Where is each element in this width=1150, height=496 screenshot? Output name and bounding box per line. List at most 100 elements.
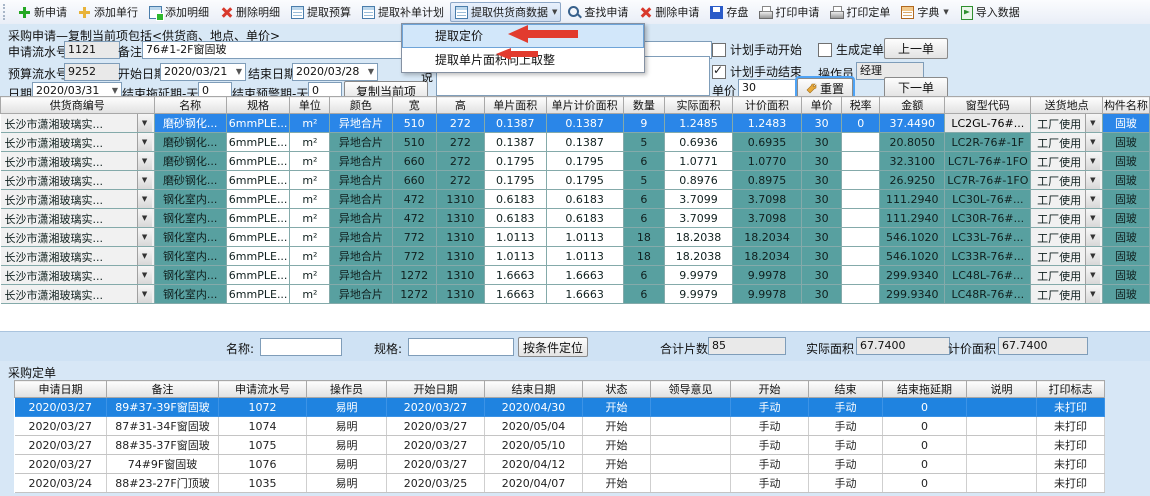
table-row[interactable]: 长沙市潇湘玻璃实...▼钢化室内...6mmPLE...m²异地合片472131… [1, 190, 1150, 209]
cell[interactable] [842, 209, 880, 228]
cell[interactable]: 1.0113 [484, 247, 546, 266]
table-row[interactable]: 2020/03/2488#23-27F门顶玻1035易明2020/03/2520… [15, 474, 1105, 493]
filter-name-input[interactable] [260, 338, 342, 356]
cell[interactable] [842, 171, 880, 190]
chevron-down-icon[interactable]: ▼ [137, 266, 152, 284]
cell[interactable]: 2020/03/27 [387, 436, 485, 455]
cell[interactable]: 1.0770 [732, 152, 801, 171]
cell[interactable]: 1310 [436, 247, 484, 266]
cell[interactable]: 手动 [809, 417, 883, 436]
cell[interactable] [842, 190, 880, 209]
total-pieces-field[interactable]: 85 [708, 337, 786, 355]
chevron-down-icon[interactable]: ▼ [137, 171, 152, 189]
cell[interactable]: 异地合片 [330, 247, 392, 266]
cell[interactable]: 3.7098 [732, 209, 801, 228]
cell[interactable]: 0.6935 [732, 133, 801, 152]
cell[interactable]: 1075 [219, 436, 307, 455]
cell[interactable]: m² [290, 247, 330, 266]
table-row[interactable]: 2020/03/2774#9F窗固玻1076易明2020/03/272020/0… [15, 455, 1105, 474]
cell[interactable]: 6mmPLE... [226, 228, 290, 247]
cell[interactable]: 异地合片 [330, 209, 392, 228]
cell[interactable]: 18 [623, 247, 665, 266]
cell[interactable]: 易明 [307, 398, 387, 417]
cell[interactable]: 3.7099 [665, 190, 733, 209]
cell[interactable]: LC33R-76#... [945, 247, 1031, 266]
cell[interactable]: 9.9979 [665, 285, 733, 304]
chevron-down-icon[interactable]: ▼ [1085, 133, 1100, 151]
cell[interactable]: 6mmPLE... [226, 171, 290, 190]
cell[interactable]: LC2R-76#-1F [945, 133, 1031, 152]
cell[interactable]: 异地合片 [330, 114, 392, 133]
cell[interactable]: 18.2038 [665, 228, 733, 247]
cell[interactable]: m² [290, 114, 330, 133]
unit-price-field[interactable]: 30 [738, 79, 796, 97]
chevron-down-icon[interactable]: ▼ [1085, 285, 1100, 303]
cell[interactable]: 2020/03/27 [387, 417, 485, 436]
cell[interactable]: 9.9978 [732, 285, 801, 304]
cell[interactable]: 0.6183 [484, 209, 546, 228]
chevron-down-icon[interactable]: ▼ [1085, 209, 1100, 227]
cell[interactable]: 手动 [731, 398, 809, 417]
add-single-row-button[interactable]: 添加单行 [73, 2, 142, 22]
cell[interactable]: 88#35-37F窗固玻 [107, 436, 219, 455]
cell[interactable]: LC2GL-76#... [945, 114, 1031, 133]
priced-area-field[interactable]: 67.7400 [998, 337, 1088, 355]
extract-supplier-data-button[interactable]: 提取供货商数据▼ [450, 2, 561, 22]
cell[interactable]: 111.2940 [880, 209, 945, 228]
cell[interactable]: 3.7098 [732, 190, 801, 209]
add-detail-button[interactable]: 添加明细 [144, 2, 213, 22]
menu-item-1[interactable]: 提取单片面积向上取整 [402, 48, 644, 72]
cell[interactable]: LC33L-76#... [945, 228, 1031, 247]
cell[interactable]: 5 [623, 133, 665, 152]
cell[interactable]: 0.6183 [546, 190, 623, 209]
cell[interactable]: 272 [436, 133, 484, 152]
cell[interactable]: 异地合片 [330, 285, 392, 304]
cell[interactable]: 固玻 [1102, 114, 1149, 133]
extract-supplement-plan-button[interactable]: 提取补单计划 [357, 2, 448, 22]
find-request-button[interactable]: 查找申请 [563, 2, 632, 22]
cell[interactable]: 长沙市潇湘玻璃实...▼ [1, 114, 155, 133]
cell[interactable]: m² [290, 152, 330, 171]
cell[interactable] [651, 455, 731, 474]
cell[interactable]: 20.8050 [880, 133, 945, 152]
filter-spec-input[interactable] [408, 338, 514, 356]
print-order-button[interactable]: 打印定单 [825, 2, 894, 22]
cell[interactable]: 1.0113 [546, 247, 623, 266]
cell[interactable]: 30 [802, 209, 842, 228]
cell[interactable]: 2020/04/07 [485, 474, 583, 493]
cell[interactable]: 1.6663 [546, 266, 623, 285]
chevron-down-icon[interactable]: ▼ [137, 209, 152, 227]
cell[interactable]: 299.9340 [880, 285, 945, 304]
chevron-down-icon[interactable]: ▼ [137, 228, 152, 246]
cell[interactable]: 1310 [436, 228, 484, 247]
cell[interactable]: 26.9250 [880, 171, 945, 190]
table-row[interactable]: 长沙市潇湘玻璃实...▼钢化室内...6mmPLE...m²异地合片472131… [1, 209, 1150, 228]
cell[interactable]: 未打印 [1037, 474, 1105, 493]
cell[interactable]: 1035 [219, 474, 307, 493]
cell[interactable]: 固玻 [1102, 133, 1149, 152]
chevron-down-icon[interactable]: ▼ [1085, 228, 1100, 246]
cell[interactable]: 工厂使用▼ [1031, 247, 1103, 266]
cell[interactable]: 工厂使用▼ [1031, 266, 1103, 285]
cell[interactable]: 工厂使用▼ [1031, 133, 1103, 152]
print-request-button[interactable]: 打印申请 [754, 2, 823, 22]
cell[interactable]: 18.2034 [732, 247, 801, 266]
cell[interactable]: 0.1387 [546, 133, 623, 152]
import-data-button[interactable]: 导入数据 [955, 2, 1024, 22]
cell[interactable]: 546.1020 [880, 247, 945, 266]
table-row[interactable]: 长沙市潇湘玻璃实...▼磨砂钢化...6mmPLE...m²异地合片510272… [1, 133, 1150, 152]
cell[interactable]: 6mmPLE... [226, 209, 290, 228]
cell[interactable]: 2020/03/27 [387, 455, 485, 474]
cell[interactable]: 6mmPLE... [226, 190, 290, 209]
cell[interactable]: 1310 [436, 209, 484, 228]
cell[interactable]: 手动 [731, 474, 809, 493]
delete-detail-button[interactable]: 删除明细 [215, 2, 284, 22]
cell[interactable]: 磨砂钢化... [154, 133, 226, 152]
cell[interactable]: 660 [392, 152, 436, 171]
chevron-down-icon[interactable]: ▼ [943, 8, 948, 16]
cell[interactable]: 0 [842, 114, 880, 133]
cell[interactable] [967, 436, 1037, 455]
cell[interactable]: 手动 [731, 417, 809, 436]
cell[interactable]: 74#9F窗固玻 [107, 455, 219, 474]
cell[interactable]: 30 [802, 190, 842, 209]
